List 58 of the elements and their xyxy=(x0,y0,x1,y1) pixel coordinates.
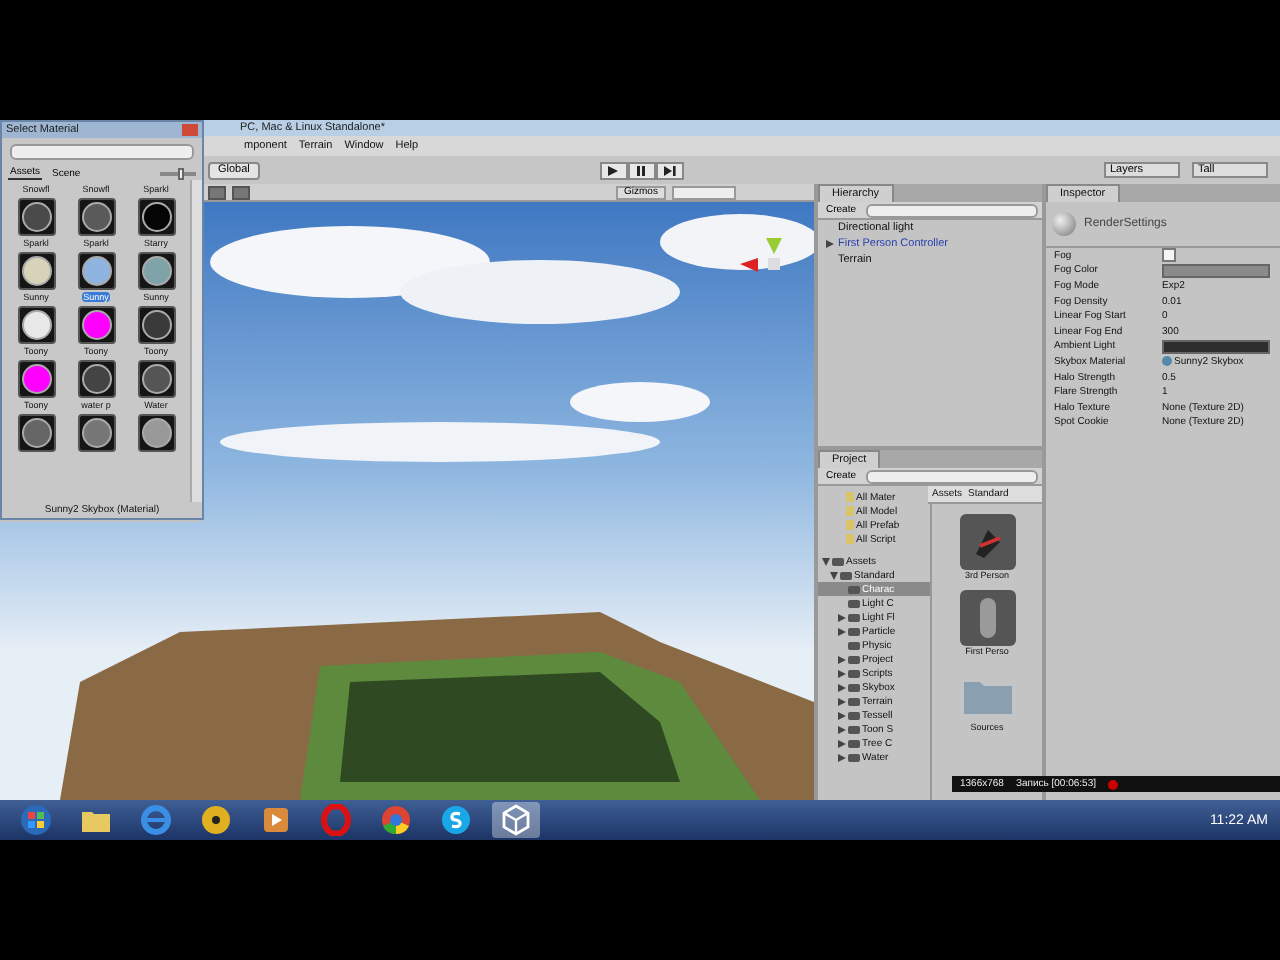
color-swatch[interactable] xyxy=(1162,263,1271,278)
material-thumbnail[interactable] xyxy=(77,414,115,452)
capsule-icon xyxy=(959,590,1015,646)
color-swatch[interactable] xyxy=(1162,339,1271,354)
step-button[interactable] xyxy=(655,161,684,179)
material-thumbnail[interactable] xyxy=(137,252,175,290)
expand-arrow-icon[interactable] xyxy=(838,613,846,621)
scene-search-field[interactable] xyxy=(671,185,736,199)
expand-arrow-icon[interactable] xyxy=(830,571,838,579)
material-thumbnail[interactable] xyxy=(77,198,115,236)
expand-arrow-icon[interactable] xyxy=(838,753,846,761)
material-thumbnail[interactable] xyxy=(17,252,55,290)
project-search-field[interactable] xyxy=(866,469,1039,483)
play-icon xyxy=(608,165,619,175)
axis-gizmo-icon[interactable] xyxy=(740,238,782,272)
material-thumbnail[interactable] xyxy=(17,360,55,398)
record-icon[interactable] xyxy=(1108,779,1119,789)
fog-checkbox[interactable] xyxy=(1162,248,1177,263)
hierarchy-search-field[interactable] xyxy=(866,203,1039,217)
scrollbar[interactable] xyxy=(190,180,202,502)
opera-icon xyxy=(320,804,352,836)
settings-sphere-icon xyxy=(1052,212,1077,236)
material-icon xyxy=(1162,356,1173,367)
expand-arrow-icon[interactable] xyxy=(838,683,846,691)
browser-icon xyxy=(140,804,172,836)
step-icon xyxy=(663,165,676,175)
expand-arrow-icon[interactable] xyxy=(838,739,846,747)
figure-model-icon xyxy=(959,514,1015,570)
skype-icon xyxy=(440,804,472,836)
search-field[interactable] xyxy=(10,144,194,160)
media-player-icon xyxy=(260,804,292,836)
material-thumbnail[interactable] xyxy=(77,252,115,290)
play-button[interactable] xyxy=(599,161,628,179)
expand-arrow-icon[interactable] xyxy=(822,557,830,565)
expand-arrow-icon[interactable] xyxy=(838,725,846,733)
chrome-icon xyxy=(380,804,412,836)
scene-tab-icon[interactable] xyxy=(208,185,226,199)
material-thumbnail[interactable] xyxy=(77,360,115,398)
material-thumbnail[interactable] xyxy=(137,360,175,398)
material-thumbnail[interactable] xyxy=(137,414,175,452)
expand-arrow-icon[interactable] xyxy=(838,711,846,719)
expand-arrow-icon[interactable] xyxy=(838,697,846,705)
expand-arrow-icon[interactable] xyxy=(838,669,846,677)
expand-arrow-icon[interactable] xyxy=(838,655,846,663)
material-thumbnail[interactable] xyxy=(137,306,175,344)
expand-arrow-icon[interactable] xyxy=(838,627,846,635)
material-thumbnail[interactable] xyxy=(17,414,55,452)
material-thumbnail[interactable] xyxy=(137,198,175,236)
material-thumbnail[interactable] xyxy=(17,306,55,344)
game-tab-icon[interactable] xyxy=(232,185,250,199)
windows-logo-icon xyxy=(20,804,52,836)
pause-icon xyxy=(636,165,647,175)
unity-logo-icon xyxy=(500,804,532,836)
pause-button[interactable] xyxy=(627,161,656,179)
slider-thumb[interactable] xyxy=(178,167,185,179)
material-thumbnail[interactable] xyxy=(17,198,55,236)
expand-arrow-icon[interactable] xyxy=(826,240,834,248)
material-thumbnail[interactable] xyxy=(77,306,115,344)
